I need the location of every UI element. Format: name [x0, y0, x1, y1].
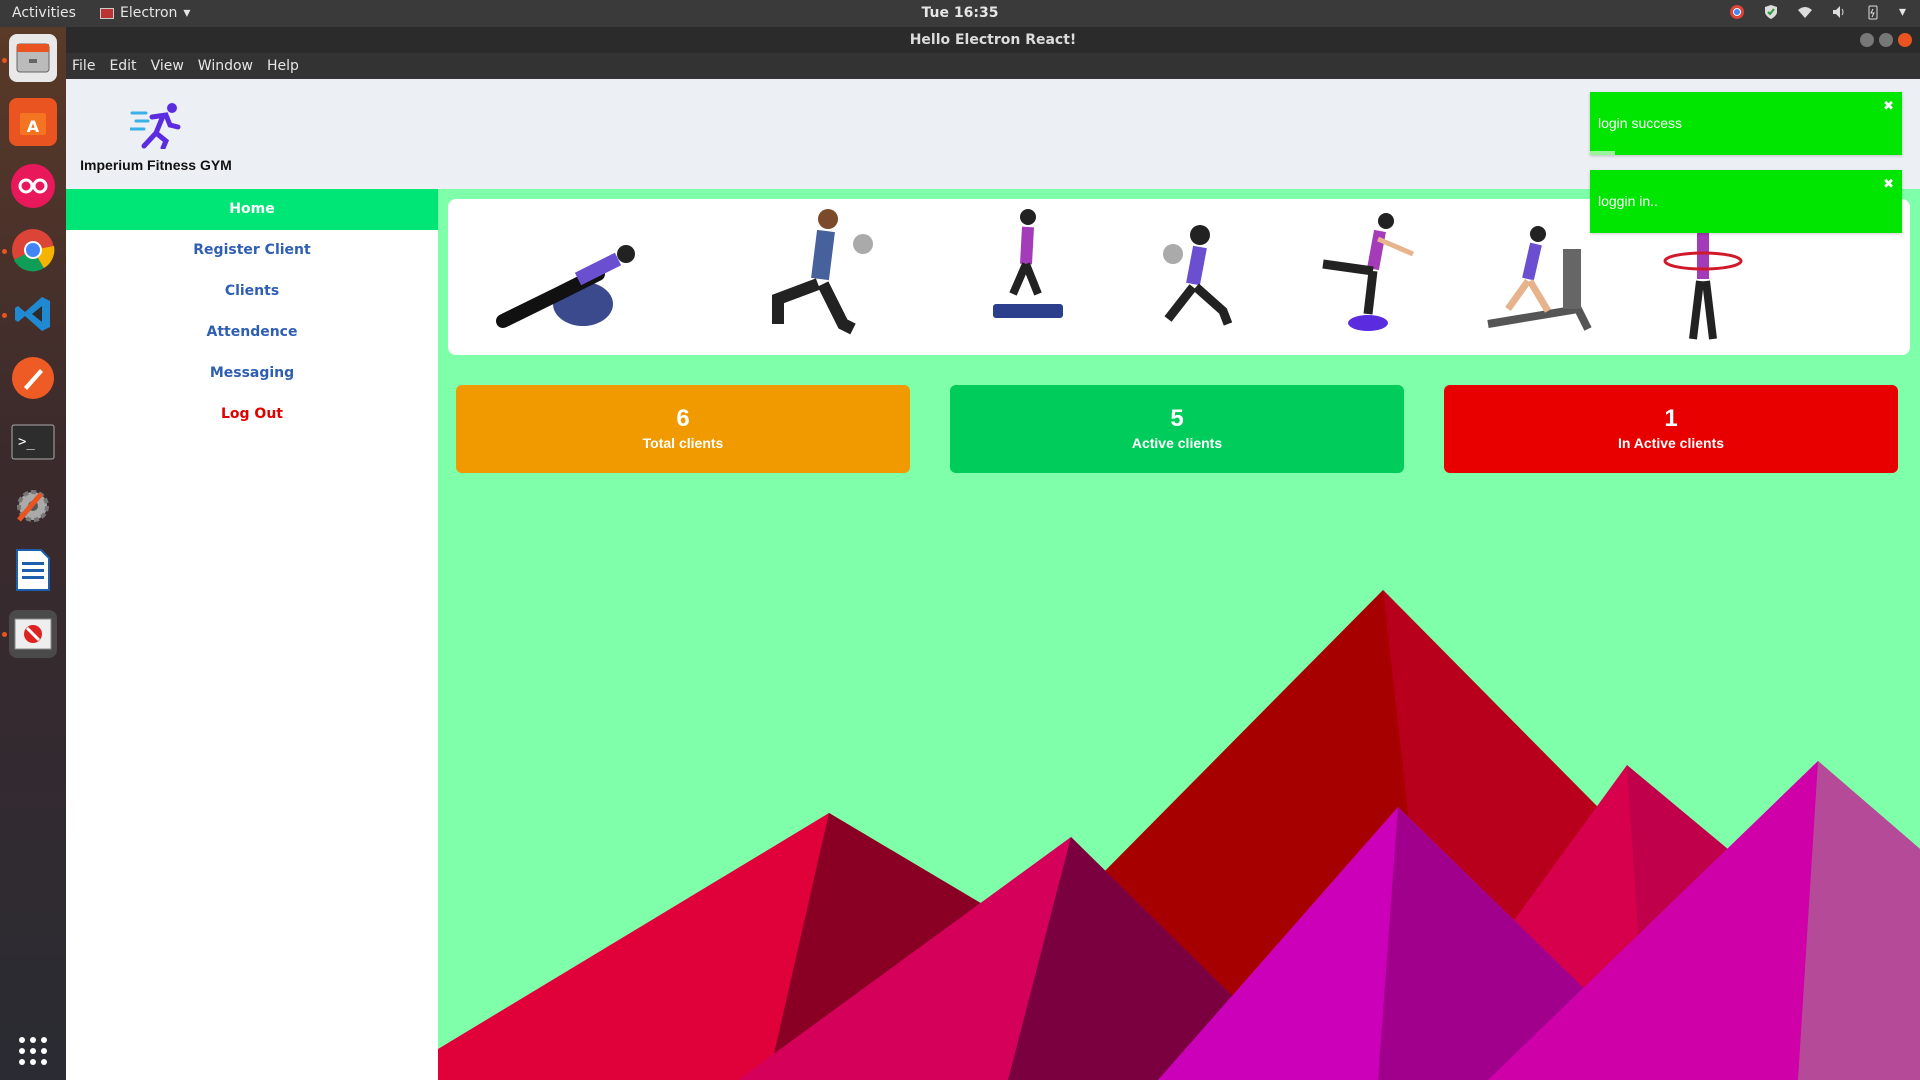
terminal-icon[interactable]: >_	[9, 418, 57, 466]
nav-register-client[interactable]: Register Client	[66, 230, 438, 271]
battery-icon[interactable]	[1865, 4, 1881, 20]
stat-value: 5	[1170, 405, 1184, 432]
window-title: Hello Electron React!	[909, 32, 1077, 48]
electron-running-app-icon[interactable]	[9, 610, 57, 658]
svg-text:A: A	[27, 117, 40, 136]
ubuntu-dock: A >_	[0, 27, 66, 1080]
files-icon[interactable]	[9, 34, 57, 82]
main-panel: 6 Total clients 5 Active clients 1 In Ac…	[438, 189, 1920, 1080]
system-tray[interactable]: ▾	[1729, 4, 1906, 20]
menu-help[interactable]: Help	[267, 58, 299, 74]
stat-label: Active clients	[1131, 435, 1223, 451]
mountains-background-illustration	[438, 590, 1920, 1080]
system-menu-chevron-icon[interactable]: ▾	[1899, 4, 1906, 20]
running-man-icon	[128, 103, 181, 151]
exercise-figure-barbell-lunge	[1163, 225, 1233, 326]
window-titlebar[interactable]: Hello Electron React!	[66, 27, 1920, 53]
stat-value: 6	[676, 405, 690, 432]
app-window: Hello Electron React! File Edit View Win…	[66, 27, 1920, 1080]
shield-icon[interactable]	[1763, 4, 1779, 20]
stat-card-total-clients[interactable]: 6 Total clients	[456, 385, 910, 473]
volume-icon[interactable]	[1831, 4, 1847, 20]
app-content: Imperium Fitness GYM Home Register Clien…	[66, 79, 1920, 1080]
nav-home[interactable]: Home	[66, 189, 438, 230]
stat-card-active-clients[interactable]: 5 Active clients	[950, 385, 1404, 473]
menu-bar: File Edit View Window Help	[66, 53, 1920, 79]
show-applications-icon[interactable]	[9, 1027, 57, 1075]
maximize-button[interactable]	[1879, 33, 1893, 47]
clock[interactable]: Tue 16:35	[0, 5, 1920, 21]
nav-messaging[interactable]: Messaging	[66, 353, 438, 394]
chrome-icon[interactable]	[9, 226, 57, 274]
settings-tools-icon[interactable]	[9, 482, 57, 530]
exercise-figure-treadmill	[1487, 226, 1592, 331]
chrome-tray-icon[interactable]	[1729, 4, 1745, 20]
vscode-icon[interactable]	[9, 290, 57, 338]
toast-message: loggin in..	[1598, 193, 1658, 209]
exercise-figure-step	[993, 209, 1063, 318]
nav-attendence[interactable]: Attendence	[66, 312, 438, 353]
exercise-figure-balance	[1322, 213, 1414, 331]
stat-card-inactive-clients[interactable]: 1 In Active clients	[1444, 385, 1898, 473]
sidebar: Home Register Client Clients Attendence …	[66, 189, 438, 1080]
menu-file[interactable]: File	[72, 58, 95, 74]
software-center-icon[interactable]: A	[9, 98, 57, 146]
close-icon[interactable]: ✖	[1883, 176, 1894, 192]
postman-icon[interactable]	[9, 354, 57, 402]
menu-view[interactable]: View	[151, 58, 184, 74]
toast-notification[interactable]: loggin in.. ✖	[1590, 170, 1902, 233]
stat-label: In Active clients	[1617, 435, 1725, 451]
brand-logo[interactable]: Imperium Fitness GYM	[80, 101, 232, 173]
system-top-bar: Activities Electron ▾ Tue 16:35 ▾	[0, 0, 1920, 27]
toast-message: login success	[1598, 115, 1683, 131]
text-editor-icon[interactable]	[9, 546, 57, 594]
close-icon[interactable]: ✖	[1883, 98, 1894, 114]
exercise-figure-lunge-dumbbell	[772, 209, 873, 335]
menu-edit[interactable]: Edit	[109, 58, 136, 74]
brand-name: Imperium Fitness GYM	[80, 157, 232, 173]
nav-clients[interactable]: Clients	[66, 271, 438, 312]
stat-label: Total clients	[642, 435, 724, 451]
close-window-button[interactable]	[1898, 33, 1912, 47]
exercise-figure-ball	[496, 245, 635, 328]
stat-value: 1	[1664, 405, 1678, 432]
flickr-like-icon[interactable]	[9, 162, 57, 210]
toast-notification[interactable]: login success ✖	[1590, 92, 1902, 155]
toast-progress-bar	[1590, 151, 1615, 155]
wifi-icon[interactable]	[1797, 4, 1813, 20]
nav-log-out[interactable]: Log Out	[66, 394, 438, 435]
minimize-button[interactable]	[1860, 33, 1874, 47]
menu-window[interactable]: Window	[198, 58, 253, 74]
svg-text:>_: >_	[18, 434, 35, 450]
